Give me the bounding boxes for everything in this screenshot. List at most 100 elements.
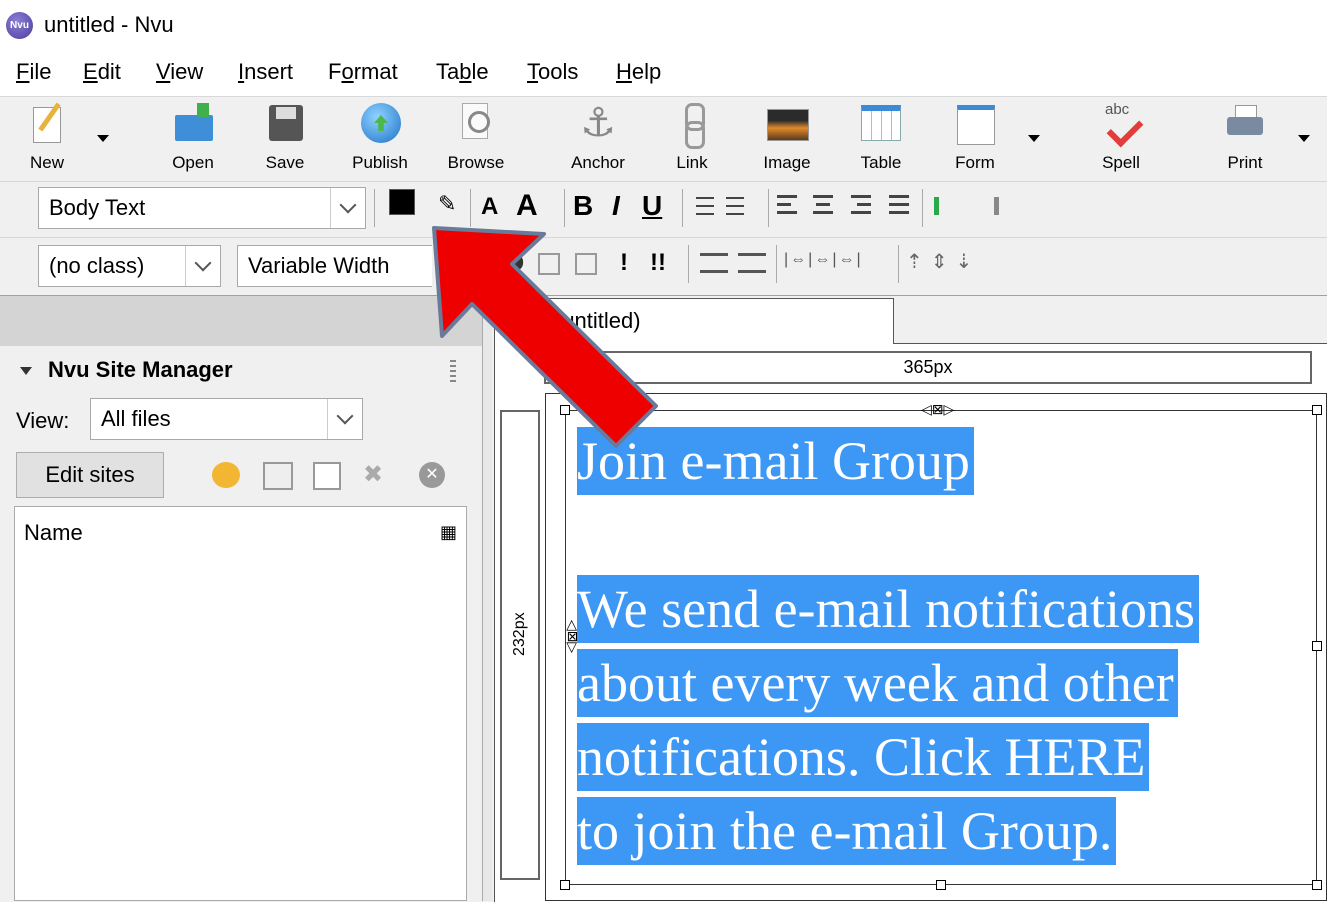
link-button[interactable]: Link — [652, 101, 732, 173]
spell-check-icon: abc — [1101, 101, 1144, 148]
align-buttons — [777, 193, 913, 221]
indent-icon[interactable] — [934, 197, 959, 215]
annotation-arrow-icon — [432, 226, 658, 448]
separator — [768, 189, 769, 227]
class-select[interactable]: (no class) — [38, 245, 221, 287]
rename-icon[interactable] — [313, 462, 341, 490]
separator — [682, 189, 683, 227]
font-larger-icon[interactable]: A — [516, 189, 538, 223]
underline-button[interactable]: U — [642, 190, 662, 222]
save-disk-icon — [265, 101, 305, 145]
menu-insert[interactable]: Insert — [238, 59, 293, 85]
resize-handle[interactable] — [1312, 641, 1322, 651]
open-folder-icon — [173, 101, 213, 145]
view-label: View: — [16, 408, 70, 433]
resize-handle[interactable] — [936, 880, 946, 890]
bullet-list-icon[interactable] — [696, 197, 714, 199]
new-file-icon — [27, 101, 67, 145]
form-dropdown-icon[interactable] — [1028, 135, 1040, 142]
menu-file[interactable]: File — [16, 59, 51, 85]
anchor-button[interactable]: ⚓ Anchor — [558, 101, 638, 173]
open-button[interactable]: Open — [153, 101, 233, 173]
separator — [374, 189, 375, 227]
align-left-icon[interactable] — [777, 195, 797, 198]
window-title: untitled - Nvu — [44, 12, 174, 37]
column-header-name[interactable]: Name — [24, 520, 83, 546]
site-manager-title: Nvu Site Manager — [48, 357, 233, 382]
table-move-handle-icon[interactable]: ◁⊠▷ — [921, 401, 954, 418]
print-button[interactable]: Print — [1205, 101, 1285, 173]
text-color-swatch[interactable] — [389, 189, 415, 215]
site-file-list[interactable] — [14, 506, 467, 901]
chevron-down-icon — [185, 246, 220, 286]
align-right-icon[interactable] — [851, 195, 871, 198]
content-line[interactable]: about every week and other — [577, 649, 1178, 717]
new-folder-icon[interactable] — [263, 462, 293, 490]
outdent-icon[interactable] — [974, 197, 999, 215]
separator — [688, 245, 689, 283]
font-select[interactable]: Variable Width — [237, 245, 432, 287]
new-dropdown-icon[interactable] — [97, 135, 109, 142]
font-value: Variable Width — [248, 253, 390, 278]
table-button[interactable]: Table — [841, 101, 921, 173]
form-button[interactable]: Form — [935, 101, 1015, 173]
image-icon — [767, 101, 809, 145]
menu-table[interactable]: Table — [436, 59, 489, 85]
browse-button[interactable]: Browse — [436, 101, 516, 173]
resize-handle[interactable] — [1312, 880, 1322, 890]
separator — [776, 245, 777, 283]
highlight-pencil-icon[interactable]: ✎ — [438, 191, 456, 217]
content-line[interactable]: We send e-mail notifications — [577, 575, 1199, 643]
column-picker-icon[interactable]: ▦ — [440, 522, 457, 543]
new-button[interactable]: New — [7, 101, 87, 173]
delete-icon[interactable]: ✖ — [363, 460, 383, 489]
refresh-icon[interactable] — [212, 462, 240, 488]
content-line[interactable]: to join the e-mail Group. — [577, 797, 1117, 865]
align-center-icon[interactable] — [813, 195, 833, 198]
valign-icons[interactable]: ⇡⇕⇣ — [906, 249, 980, 274]
paragraph-style-select[interactable]: Body Text — [38, 187, 366, 229]
hr-2-icon[interactable] — [738, 253, 766, 273]
title-bar — [0, 0, 1327, 52]
link-chain-icon — [672, 101, 712, 149]
publish-globe-icon — [360, 101, 401, 145]
sidebar-header — [0, 296, 482, 346]
bold-button[interactable]: B — [573, 190, 593, 222]
numbered-list-icon[interactable] — [726, 197, 744, 199]
menu-help[interactable]: Help — [616, 59, 661, 85]
composition-toolbar: New Open Save Publish Browse ⚓ Anchor Li… — [0, 97, 1327, 182]
anchor-icon: ⚓ — [580, 101, 616, 145]
printer-icon — [1225, 101, 1265, 145]
print-dropdown-icon[interactable] — [1298, 135, 1310, 142]
table-grid-icon — [861, 101, 901, 145]
resize-handle[interactable] — [560, 880, 570, 890]
content-line[interactable]: notifications. Click HERE — [577, 723, 1150, 791]
chevron-down-icon — [327, 399, 362, 439]
publish-button[interactable]: Publish — [340, 101, 420, 173]
table-width-icon[interactable]: |⇔|⇔|⇔| — [784, 251, 863, 269]
menu-bar: File Edit View Insert Format Table Tools… — [0, 52, 1327, 97]
collapse-caret-icon[interactable] — [20, 367, 32, 375]
menu-tools[interactable]: Tools — [527, 59, 578, 85]
separator — [898, 245, 899, 283]
justify-icon[interactable] — [889, 195, 909, 198]
menu-format[interactable]: Format — [328, 59, 398, 85]
edit-sites-button[interactable]: Edit sites — [16, 452, 164, 498]
save-button[interactable]: Save — [245, 101, 325, 173]
menu-edit[interactable]: Edit — [83, 59, 121, 85]
resize-handle[interactable] — [1312, 405, 1322, 415]
view-filter-value: All files — [101, 406, 171, 431]
italic-button[interactable]: I — [612, 190, 620, 222]
separator — [922, 189, 923, 227]
image-button[interactable]: Image — [747, 101, 827, 173]
menu-view[interactable]: View — [156, 59, 203, 85]
font-smaller-icon[interactable]: A — [481, 193, 498, 221]
view-filter-select[interactable]: All files — [90, 398, 363, 440]
list-buttons — [690, 193, 752, 221]
hr-icon[interactable] — [700, 253, 728, 273]
spell-button[interactable]: abc Spell — [1081, 101, 1161, 173]
paragraph-style-value: Body Text — [49, 195, 146, 220]
form-icon — [955, 101, 995, 145]
table-height-label: 232px — [511, 612, 528, 656]
chevron-down-icon — [330, 188, 365, 228]
